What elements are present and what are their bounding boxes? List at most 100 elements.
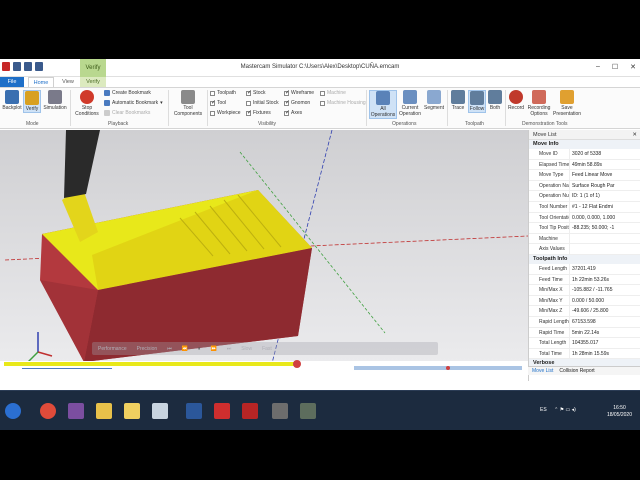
gnomon-label: Gnomon [291,100,311,106]
close-button[interactable]: ✕ [630,63,636,71]
info-row[interactable]: Tool Number #1 - 12 Flat Endmi [529,201,640,213]
trace-button[interactable]: Trace [449,90,467,111]
minimize-button[interactable]: – [596,63,600,71]
tab-view[interactable]: View [58,77,78,87]
info-row[interactable]: Min/Max Y 0.000 / 50.000 [529,295,640,307]
mastercam-icon[interactable] [242,403,258,419]
start-icon[interactable] [5,403,21,419]
playback-timeline[interactable] [0,360,528,371]
notepad-icon[interactable] [152,403,168,419]
verify-button[interactable]: Verify [23,90,41,113]
info-row[interactable]: Total Length 104355.017 [529,338,640,349]
fixtures-checkbox[interactable]: Fixtures [246,109,271,117]
tool-label: Tool [217,100,227,106]
record-button[interactable]: Record [507,90,525,111]
info-row[interactable]: Axis Values [529,244,640,255]
automatic-bookmark-button[interactable]: Automatic Bookmark ▾ [104,100,163,106]
info-key: Tool Tip Positi [539,225,569,232]
current-operation-button[interactable]: Current Operation [398,90,422,117]
position-slider[interactable] [354,366,522,370]
stock-checkbox[interactable]: Stock [246,89,266,97]
initial-stock-checkbox[interactable]: Initial Stock [246,99,279,107]
info-row[interactable]: Tool Tip Positi -88.235; 50.000; -1 [529,223,640,234]
clear-bookmarks-button[interactable]: Clear Bookmarks [104,110,150,116]
step-forward-icon[interactable]: ⏩ [210,346,216,352]
info-value: 1h 28min 15.59s [569,348,640,359]
create-bookmark-button[interactable]: Create Bookmark [104,90,151,96]
simulator-icon[interactable] [272,403,288,419]
panel-tabs: Move List Collision Report [528,366,640,375]
info-row[interactable]: Rapid Time 5min 22.14s [529,327,640,339]
trace-icon [451,90,465,104]
save-presentation-button[interactable]: Save Presentation [553,90,581,117]
info-row[interactable]: Total Time 1h 28min 15.59s [529,348,640,360]
stop-conditions-button[interactable]: Stop Conditions [72,90,102,117]
info-key: Total Time [539,350,562,357]
move-info-header[interactable]: Move Info [529,140,640,149]
gnomon-checkbox[interactable]: Gnomon [284,99,310,107]
app-icon[interactable] [68,403,84,419]
axes-checkbox[interactable]: Axes [284,109,302,117]
wireframe-checkbox[interactable]: Wireframe [284,89,314,97]
info-row[interactable]: Move Type Feed Linear Move [529,170,640,181]
step-back-icon[interactable]: ⏪ [182,346,188,352]
simulation-scene[interactable] [0,130,528,371]
simulation-button[interactable]: Simulation [42,90,68,111]
info-row[interactable]: Min/Max Z -49.606 / 25.800 [529,306,640,317]
chrome-icon[interactable] [40,403,56,419]
tab-collision-report[interactable]: Collision Report [559,367,594,375]
group-mode-label: Mode [26,121,39,127]
toolpath-info-header[interactable]: Toolpath Info [529,254,640,264]
machine-label: Machine [327,90,346,96]
machine-housing-checkbox[interactable]: Machine Housing [320,99,366,107]
info-row[interactable]: Elapsed Time 49min 58.89s [529,159,640,171]
panel-close-icon[interactable]: ✕ [632,130,637,140]
info-row[interactable]: Feed Time 1h 22min 53.26s [529,274,640,286]
info-row[interactable]: Rapid Length 67153.598 [529,316,640,328]
tab-verify[interactable]: Verify [80,77,106,87]
timeline-marker[interactable] [293,360,301,368]
position-slider-thumb[interactable] [446,366,450,370]
tool-checkbox[interactable]: Tool [210,99,226,107]
rewind-icon[interactable]: ⏮ [167,346,172,352]
workpiece-checkbox[interactable]: Workpiece [210,109,241,117]
info-value: #1 - 12 Flat Endmi [569,201,640,212]
group-visibility-label: Visibility [258,121,276,127]
3d-viewport[interactable] [0,130,528,371]
end-icon[interactable]: ⏭ [227,346,232,352]
pause-icon[interactable]: ⏸ [198,346,201,352]
verify-app-icon[interactable] [300,403,316,419]
info-row[interactable]: Machine [529,233,640,245]
dropdown-arrow-icon: ▾ [160,100,163,106]
recording-options-button[interactable]: Recording Options [526,90,552,117]
tray-icons[interactable]: ⌃ ⚑ ▭ ◂) [554,407,576,413]
language-indicator[interactable]: ES [540,407,547,413]
info-row[interactable]: Min/Max X -105.882 / -11.765 [529,285,640,296]
backplot-button[interactable]: Backplot [2,90,22,111]
clock[interactable]: 16:50 18/05/2020 [607,405,632,419]
info-row[interactable]: Operation NamSurface Rough Par [529,180,640,192]
segment-label: Segment [423,105,444,111]
tool-components-button[interactable]: Tool Components [171,90,205,117]
tab-home[interactable]: Home [28,77,54,87]
info-row[interactable]: Tool Orientatio 0.000, 0.000, 1.000 [529,212,640,224]
toolpath-label: Toolpath [217,90,236,96]
info-row[interactable]: Feed Length 37201.419 [529,263,640,275]
toolpath-checkbox[interactable]: Toolpath [210,89,236,97]
word-icon[interactable] [186,403,202,419]
tab-move-list[interactable]: Move List [532,367,553,375]
folder-icon[interactable] [124,403,140,419]
maximize-button[interactable]: ☐ [612,63,618,71]
solidworks-icon[interactable] [214,403,230,419]
info-row[interactable]: Move ID 3020 of 5338 [529,149,640,160]
all-operations-icon [376,91,390,105]
all-operations-button[interactable]: All Operations [369,90,397,119]
tab-file[interactable]: File [0,77,24,87]
machine-checkbox[interactable]: Machine [320,89,346,97]
file-explorer-icon[interactable] [96,403,112,419]
segment-button[interactable]: Segment [423,90,445,111]
both-button[interactable]: Both [487,90,503,111]
follow-button[interactable]: Follow [468,90,486,113]
info-row[interactable]: Operation NumID: 1 (1 of 1) [529,191,640,202]
speed-slider-track[interactable] [22,368,112,369]
